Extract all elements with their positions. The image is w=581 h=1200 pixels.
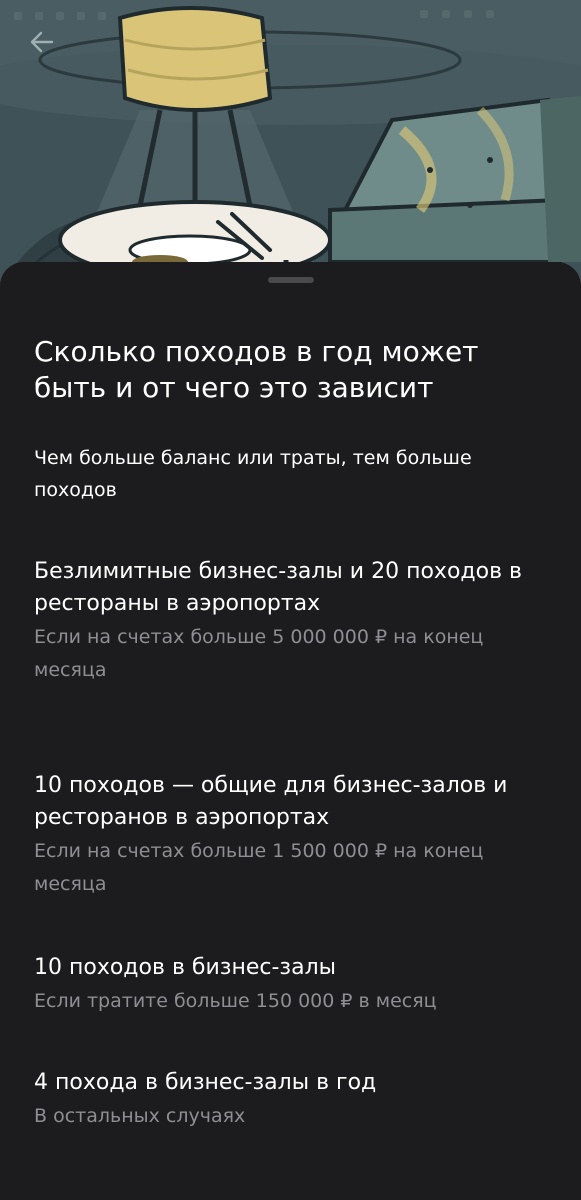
sheet-subtitle: Чем больше баланс или траты, тем больше …: [34, 447, 472, 501]
tier-title: Безлимитные бизнес-залы и 20 походов в р…: [34, 559, 522, 616]
tier-10-lounges: 10 походов в бизнес-залы Если тратите бо…: [34, 952, 554, 1018]
tier-4-lounges: 4 похода в бизнес-залы в год В остальных…: [34, 1067, 554, 1133]
tier-title: 4 похода в бизнес-залы в год: [34, 1070, 377, 1095]
tier-title: 10 походов в бизнес-залы: [34, 955, 337, 980]
tier-10-shared: 10 походов — общие для бизнес-залов и ре…: [34, 770, 554, 901]
tier-condition: Если на счетах больше 5 000 000 ₽ на кон…: [34, 626, 484, 681]
tier-condition: Если тратите больше 150 000 ₽ в месяц: [34, 990, 437, 1012]
tier-condition: В остальных случаях: [34, 1105, 246, 1127]
tier-title: 10 походов — общие для бизнес-залов и ре…: [34, 773, 508, 830]
tier-unlimited: Безлимитные бизнес-залы и 20 походов в р…: [34, 556, 554, 687]
arrow-left-icon: [30, 31, 54, 53]
bottom-sheet: Сколько походов в год может быть и от че…: [0, 262, 581, 1200]
sheet-title: Сколько походов в год может быть и от че…: [34, 335, 479, 404]
tier-condition: Если на счетах больше 1 500 000 ₽ на кон…: [34, 840, 484, 895]
sheet-drag-handle[interactable]: [268, 277, 314, 283]
back-button[interactable]: [20, 22, 64, 62]
header-illustration: [0, 0, 581, 300]
lounge-illustration: [0, 0, 581, 300]
